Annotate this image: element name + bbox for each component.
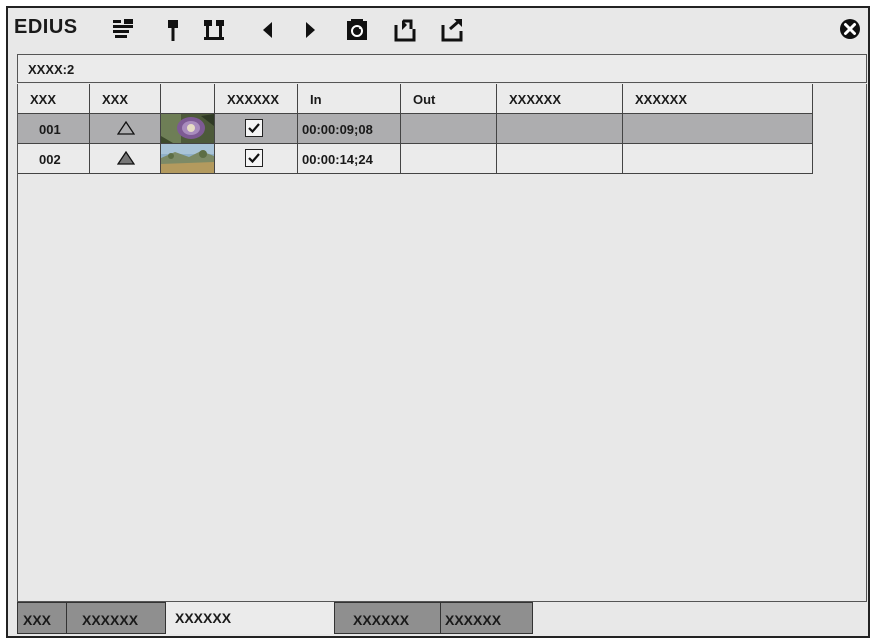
set-marker-icon[interactable] bbox=[160, 17, 186, 43]
marker-outline-triangle-icon bbox=[117, 121, 135, 135]
export-icon[interactable] bbox=[440, 17, 466, 43]
list-title-bar: XXXX:2 bbox=[17, 54, 867, 83]
sync-icon[interactable] bbox=[344, 17, 370, 43]
column-header-no[interactable]: XXX bbox=[18, 84, 90, 114]
bottom-tab-bar: XXX XXXXXX XXXXXX XXXXXX XXXXXX bbox=[17, 602, 867, 634]
check-icon bbox=[248, 153, 260, 164]
import-icon[interactable] bbox=[393, 17, 419, 43]
close-icon[interactable] bbox=[838, 17, 862, 41]
checkbox[interactable] bbox=[245, 119, 263, 137]
in-timecode: 00:00:09;08 bbox=[302, 122, 373, 137]
tab-2[interactable]: XXXXXX bbox=[66, 602, 166, 634]
marker-filled-triangle-icon bbox=[117, 151, 135, 165]
tab-5[interactable]: XXXXXX bbox=[440, 602, 533, 634]
tab-3[interactable]: XXXXXX bbox=[166, 602, 334, 634]
clip-thumbnail-flower bbox=[161, 114, 214, 143]
marker-in-out-icon[interactable] bbox=[201, 17, 227, 43]
column-header-in[interactable]: In bbox=[298, 84, 401, 114]
column-header-out[interactable]: Out bbox=[401, 84, 497, 114]
marker-list-window: EDIUS XXXX:2 XXX XXX XXXXXX In Out XXXXX… bbox=[6, 6, 870, 638]
checkbox[interactable] bbox=[245, 149, 263, 167]
marker-table: XXX XXX XXXXXX In Out XXXXXX XXXXXX 001 bbox=[17, 84, 867, 602]
clip-thumbnail-landscape bbox=[161, 144, 214, 173]
check-icon bbox=[248, 123, 260, 134]
tab-1[interactable]: XXX bbox=[17, 602, 67, 634]
prev-marker-icon[interactable] bbox=[255, 17, 281, 43]
in-timecode: 00:00:14;24 bbox=[302, 152, 373, 167]
column-header-marker[interactable]: XXX bbox=[90, 84, 161, 114]
next-marker-icon[interactable] bbox=[297, 17, 323, 43]
clip-marker-icon[interactable] bbox=[110, 17, 136, 43]
column-header-col8[interactable]: XXXXXX bbox=[623, 84, 813, 114]
row-number: 001 bbox=[39, 122, 61, 137]
row-number: 002 bbox=[39, 152, 61, 167]
list-title: XXXX:2 bbox=[28, 62, 75, 77]
column-header-thumbnail[interactable] bbox=[161, 84, 215, 114]
column-header-col7[interactable]: XXXXXX bbox=[497, 84, 623, 114]
tab-4[interactable]: XXXXXX bbox=[334, 602, 441, 634]
column-header-check[interactable]: XXXXXX bbox=[215, 84, 298, 114]
brand-logo: EDIUS bbox=[14, 16, 78, 38]
toolbar: EDIUS bbox=[8, 8, 868, 54]
